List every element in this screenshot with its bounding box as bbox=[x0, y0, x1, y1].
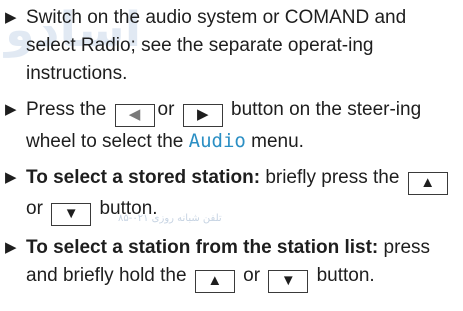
instruction-step-1: ▶ Switch on the audio system or COMAND a… bbox=[4, 4, 460, 88]
instruction-step-2: ▶ Press the ◀ or ▶ button on the steer-in… bbox=[4, 96, 460, 156]
triangle-right-icon: ▶ bbox=[5, 239, 17, 256]
triangle-right-icon: ▶ bbox=[5, 9, 17, 26]
down-arrow-button-icon: ▼ bbox=[51, 203, 92, 226]
audio-menu-label: Audio bbox=[188, 130, 246, 152]
step-3-post-2: button. bbox=[99, 198, 158, 219]
instruction-step-3: ▶ To select a stored station: briefly pr… bbox=[4, 164, 460, 226]
step-1-text: Switch on the audio system or COMAND and… bbox=[26, 7, 407, 84]
step-3-or: or bbox=[26, 198, 43, 219]
triangle-right-icon: ▶ bbox=[5, 169, 17, 186]
step-2-or: or bbox=[157, 99, 175, 120]
step-2-pre: Press the bbox=[26, 99, 107, 120]
right-arrow-button-icon: ▶ bbox=[182, 104, 223, 127]
step-3-post-1: briefly press the bbox=[265, 167, 400, 188]
step-3-heading: To select a stored station: bbox=[26, 167, 261, 188]
step-2-post-2: menu. bbox=[251, 131, 304, 152]
left-arrow-button-icon: ◀ bbox=[114, 104, 155, 127]
step-4-heading: To select a station from the station lis… bbox=[26, 237, 379, 258]
instruction-step-4: ▶ To select a station from the station l… bbox=[4, 234, 460, 293]
up-arrow-button-icon: ▲ bbox=[194, 270, 235, 293]
instruction-list: ▶ Switch on the audio system or COMAND a… bbox=[4, 4, 460, 293]
down-arrow-button-icon: ▼ bbox=[268, 270, 309, 293]
step-4-post-2: button. bbox=[316, 265, 375, 286]
up-arrow-button-icon: ▲ bbox=[407, 172, 448, 195]
triangle-right-icon: ▶ bbox=[5, 101, 17, 118]
step-4-or: or bbox=[243, 265, 261, 286]
